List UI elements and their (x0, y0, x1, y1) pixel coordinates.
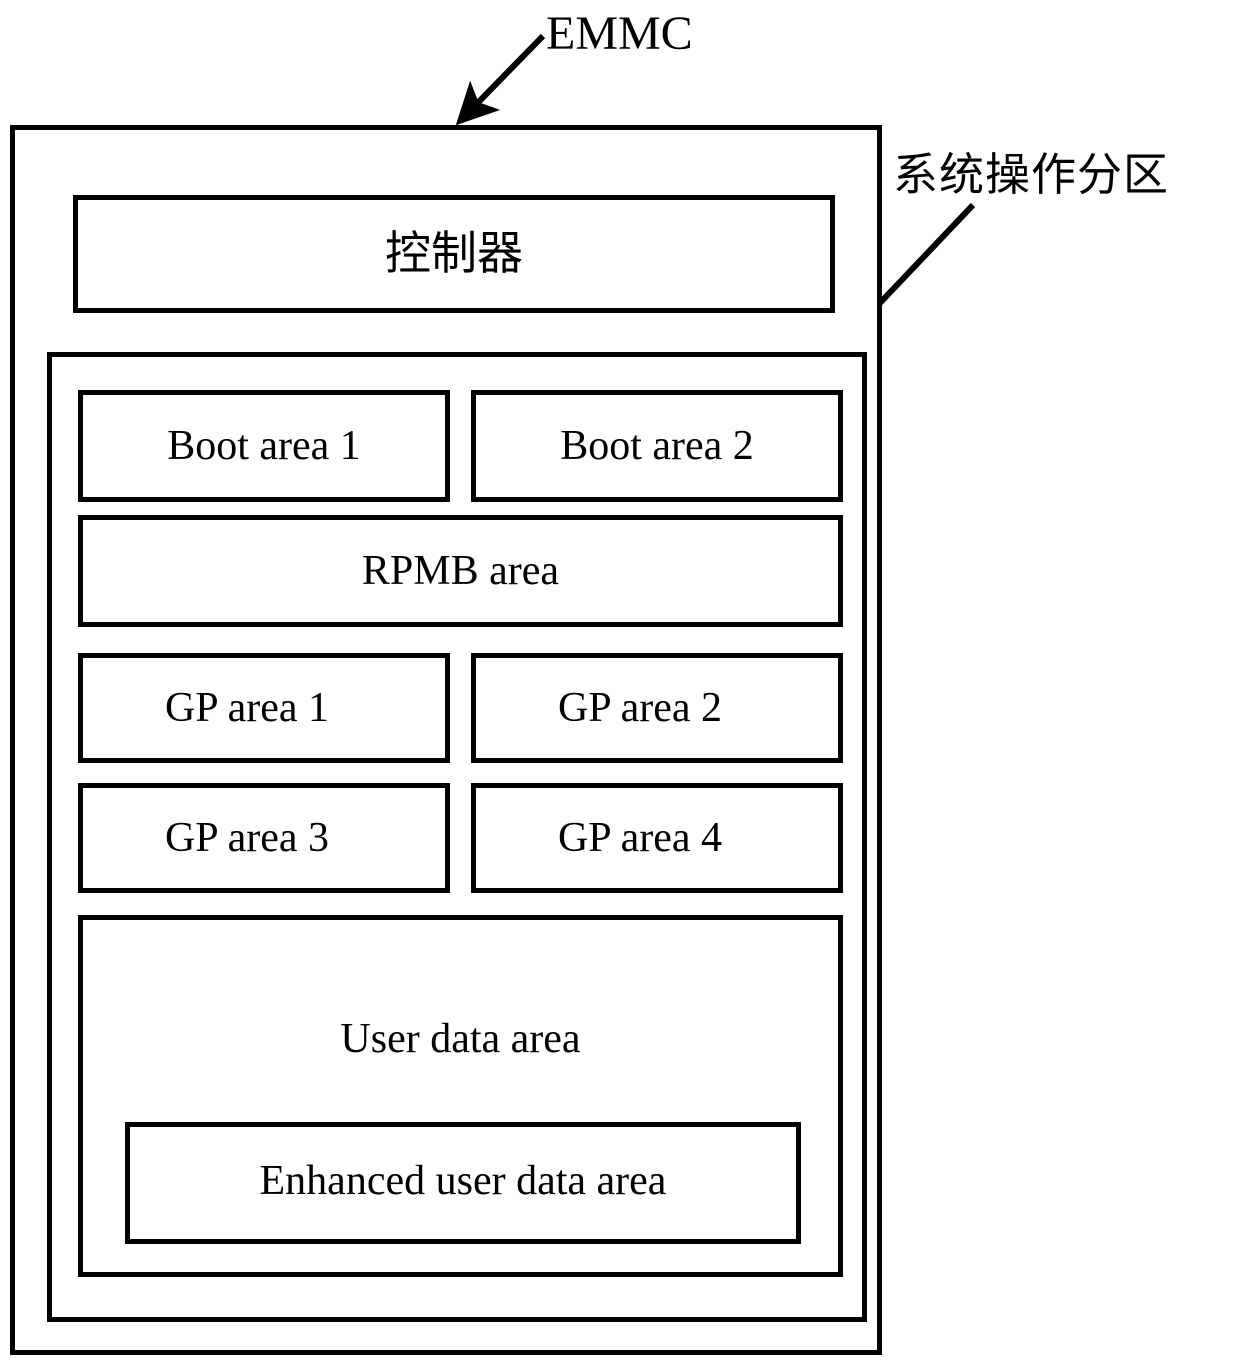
emmc-arrow (455, 33, 546, 126)
controller-label: 控制器 (385, 226, 523, 280)
gp-area-4-box: GP area 4 (471, 783, 843, 893)
gp-area-3-label: GP area 3 (164, 815, 330, 861)
rpmb-area-label: RPMB area (361, 548, 560, 594)
gp-area-4-label: GP area 4 (557, 815, 723, 861)
boot-area-1-box: Boot area 1 (78, 390, 450, 502)
user-data-area-box: User data area Enhanced user data area (78, 915, 843, 1277)
system-operation-partition-box: Boot area 1 Boot area 2 RPMB area GP are… (47, 352, 867, 1322)
emmc-outer-box: 控制器 Boot area 1 Boot area 2 RPMB area GP… (10, 125, 882, 1355)
gp-area-1-label: GP area 1 (164, 685, 330, 731)
gp-area-2-label: GP area 2 (557, 685, 723, 731)
boot-area-1-label: Boot area 1 (167, 423, 361, 469)
enhanced-user-data-area-label: Enhanced user data area (259, 1158, 667, 1204)
boot-area-2-box: Boot area 2 (471, 390, 843, 502)
boot-area-2-label: Boot area 2 (560, 423, 754, 469)
enhanced-user-data-area-box: Enhanced user data area (125, 1122, 801, 1244)
gp-area-3-box: GP area 3 (78, 783, 450, 893)
diagram-canvas: EMMC 系统操作分区 控制器 Boot area 1 Boot area 2 … (0, 0, 1240, 1369)
gp-area-2-box: GP area 2 (471, 653, 843, 763)
user-data-area-label: User data area (340, 1016, 581, 1062)
controller-box: 控制器 (73, 195, 835, 313)
rpmb-area-box: RPMB area (78, 515, 843, 627)
system-operation-partition-callout-label: 系统操作分区 (893, 148, 1170, 201)
gp-area-1-box: GP area 1 (78, 653, 450, 763)
emmc-callout-label: EMMC (546, 7, 693, 60)
